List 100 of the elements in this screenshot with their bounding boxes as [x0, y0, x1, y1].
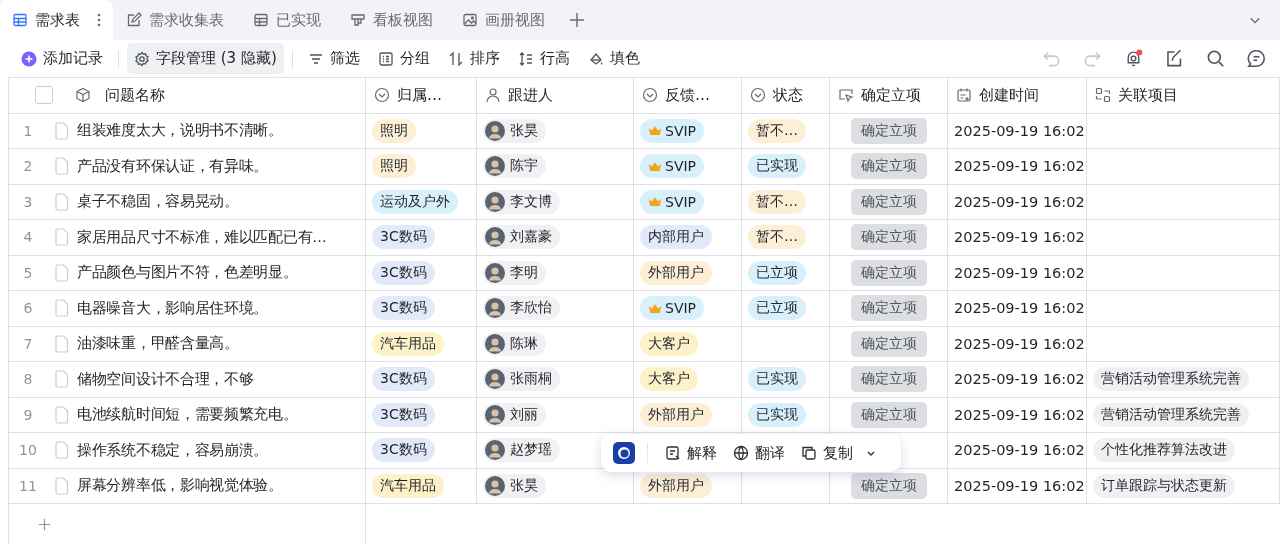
- more-icon[interactable]: [97, 12, 101, 28]
- status-tag: 已立项: [748, 260, 806, 285]
- category-tag: 3C数码: [372, 260, 435, 285]
- row-number: 10: [18, 442, 38, 459]
- person-chip: 赵梦瑶: [483, 438, 560, 463]
- view-tab[interactable]: 需求表: [0, 0, 113, 40]
- table-cell: 屏幕分辨率低，影响视觉体验。: [77, 476, 283, 496]
- popup-button[interactable]: 翻译: [728, 439, 790, 467]
- table-cell: 2025-09-19 16:02: [954, 335, 1085, 352]
- status-tag: 已实现: [748, 154, 806, 179]
- toolbar-button[interactable]: 分组: [370, 43, 437, 74]
- view-tab[interactable]: 看板视图: [337, 0, 449, 40]
- category-tag: 3C数码: [372, 438, 435, 463]
- document-icon[interactable]: [55, 157, 69, 176]
- crown-icon: [648, 196, 662, 208]
- category-tag: 运动及户外: [372, 189, 458, 214]
- category-tag: 汽车用品: [372, 473, 444, 498]
- select-icon: [374, 87, 390, 104]
- person-chip: 陈宇: [483, 154, 546, 179]
- table-cell: 2025-09-19 16:02: [954, 264, 1085, 281]
- table-cell: 2025-09-19 16:02: [954, 122, 1085, 139]
- person-chip: 李明: [483, 260, 546, 285]
- toolbar-button[interactable]: 填色: [580, 43, 647, 74]
- plus-icon: [21, 50, 37, 67]
- project-tag: 营销活动管理系统完善: [1093, 402, 1249, 427]
- column-header[interactable]: 确定立项: [861, 85, 921, 105]
- undo-icon[interactable]: [1042, 49, 1061, 68]
- document-icon[interactable]: [55, 441, 69, 460]
- column-header[interactable]: 跟进人: [508, 85, 553, 105]
- document-icon[interactable]: [55, 370, 69, 389]
- person-chip: 刘嘉豪: [483, 225, 560, 250]
- add-row-icon[interactable]: [37, 516, 52, 532]
- table-cell: 储物空间设计不合理，不够: [77, 369, 254, 389]
- add-view-icon[interactable]: [569, 12, 585, 28]
- document-icon[interactable]: [55, 192, 69, 211]
- row-number: 7: [22, 335, 34, 352]
- feedback-tag: SVIP: [640, 154, 705, 179]
- feedback-tag: 外部用户: [640, 473, 712, 498]
- table-cell: 2025-09-19 16:02: [954, 300, 1085, 317]
- category-tag: 3C数码: [372, 367, 435, 392]
- comment-icon[interactable]: [1247, 49, 1266, 68]
- view-tab[interactable]: 需求收集表: [113, 0, 240, 40]
- column-header[interactable]: 创建时间: [979, 85, 1039, 105]
- document-icon[interactable]: [55, 405, 69, 424]
- document-icon[interactable]: [55, 263, 69, 282]
- table-cell: 2025-09-19 16:02: [954, 229, 1085, 246]
- edit-icon[interactable]: [1165, 49, 1184, 68]
- table-icon: [253, 12, 269, 28]
- column-header[interactable]: 问题名称: [105, 85, 165, 105]
- project-tag: 个性化推荐算法改进: [1093, 438, 1235, 463]
- avatar-icon: [485, 156, 505, 177]
- avatar-icon: [485, 404, 505, 425]
- feedback-tag: 大客户: [640, 331, 698, 356]
- table-cell: 2025-09-19 16:02: [954, 477, 1085, 494]
- view-tab[interactable]: 画册视图: [449, 0, 561, 40]
- select-icon: [642, 87, 658, 104]
- document-icon[interactable]: [55, 334, 69, 353]
- column-header[interactable]: 关联项目: [1118, 85, 1178, 105]
- popup-button[interactable]: 复制: [796, 439, 858, 467]
- document-icon[interactable]: [55, 228, 69, 247]
- toolbar-button[interactable]: 筛选: [300, 43, 367, 74]
- crown-icon: [648, 160, 662, 172]
- status-tag: 已实现: [748, 367, 806, 392]
- person-chip: 李文博: [483, 189, 560, 214]
- column-header[interactable]: 状态: [773, 85, 803, 105]
- popup-button[interactable]: 解释: [660, 439, 722, 467]
- column-header[interactable]: 归属…: [397, 85, 442, 105]
- avatar-icon: [485, 475, 505, 496]
- copy-icon: [801, 445, 817, 461]
- toolbar-button[interactable]: 行高: [510, 43, 577, 74]
- add-record-button[interactable]: 添加记录: [14, 43, 110, 74]
- gear-icon: [134, 50, 150, 67]
- select-all-checkbox[interactable]: [35, 86, 53, 105]
- search-icon[interactable]: [1206, 49, 1225, 68]
- table-cell: 2025-09-19 16:02: [954, 406, 1085, 423]
- person-chip: 李欣怡: [483, 296, 560, 321]
- avatar-icon: [485, 440, 505, 461]
- row-number: 6: [22, 300, 34, 317]
- document-icon[interactable]: [55, 121, 69, 140]
- toolbar-button[interactable]: 字段管理 (3 隐藏): [127, 43, 284, 74]
- table-cell: 产品没有环保认证，有异味。: [77, 156, 269, 176]
- height-icon: [517, 50, 534, 67]
- avatar-icon: [485, 227, 505, 248]
- column-header[interactable]: 反馈…: [665, 85, 710, 105]
- app-logo-icon[interactable]: [613, 442, 635, 464]
- document-icon[interactable]: [55, 299, 69, 318]
- feedback-tag: 内部用户: [640, 225, 712, 250]
- row-number: 2: [22, 158, 34, 175]
- explain-icon: [665, 445, 681, 461]
- globe-icon: [733, 445, 749, 461]
- avatar-icon: [485, 120, 505, 141]
- kanban-icon: [350, 12, 366, 28]
- redo-icon[interactable]: [1083, 49, 1102, 68]
- avatar-icon: [485, 333, 505, 354]
- row-number: 8: [22, 371, 34, 388]
- view-tab[interactable]: 已实现: [240, 0, 337, 40]
- status-tag: 暂不…: [748, 118, 806, 143]
- avatar-icon: [485, 298, 505, 319]
- toolbar-button[interactable]: 排序: [440, 43, 507, 74]
- document-icon[interactable]: [55, 476, 69, 495]
